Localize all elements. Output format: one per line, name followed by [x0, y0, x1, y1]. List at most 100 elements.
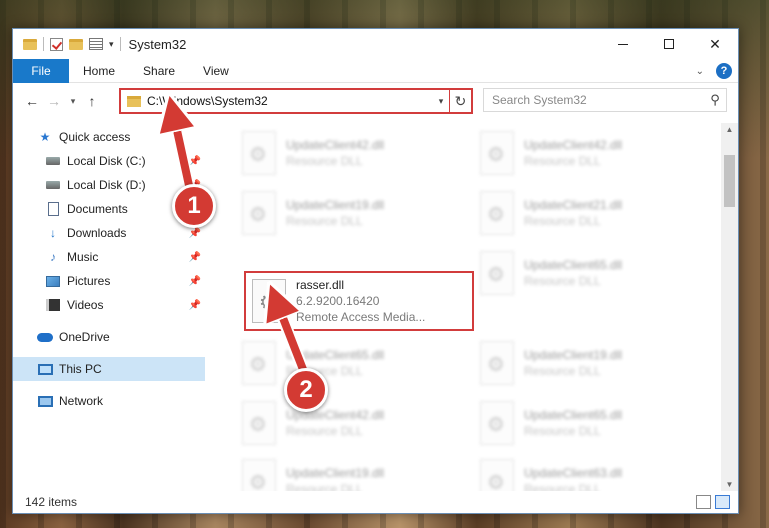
sidebar-item-label: Music	[67, 250, 99, 264]
forward-button[interactable]: →	[43, 93, 65, 109]
tab-share[interactable]: Share	[129, 64, 189, 78]
file-name: UpdateClient42.dll	[286, 138, 385, 152]
sidebar-item-onedrive[interactable]: OneDrive	[13, 325, 205, 349]
file-name: rasser.dll	[296, 278, 345, 292]
window-controls: ✕	[600, 29, 738, 59]
customize-toolbar-dropdown-icon[interactable]: ▾	[109, 39, 114, 50]
pin-icon[interactable]: 📌	[189, 228, 201, 239]
tiles-view-icon[interactable]	[715, 495, 730, 509]
file-list: UpdateClient42.dll Resource DLL UpdateCli…	[218, 123, 722, 491]
file-name: UpdateClient19.dll	[286, 198, 385, 212]
window-title: System32	[128, 36, 187, 52]
ribbon-right-controls: ⌄ ?	[696, 63, 732, 79]
sidebar-item-downloads[interactable]: ↓ Downloads 📌	[13, 221, 205, 245]
sidebar-item-label: Network	[59, 394, 104, 408]
address-bar[interactable]: C:\Windows\System32 ▾ ↻	[119, 88, 473, 114]
music-note-icon: ♪	[50, 250, 56, 264]
file-tile[interactable]: UpdateClient19.dll Resource DLL	[236, 185, 466, 241]
drive-icon	[45, 154, 61, 168]
dll-file-icon	[242, 191, 276, 235]
sidebar-item-network[interactable]: Network	[13, 389, 205, 413]
sidebar-item-music[interactable]: ♪ Music 📌	[13, 245, 205, 269]
sidebar-item-quick-access[interactable]: ★ Quick access	[13, 125, 205, 149]
file-description: Resource DLL	[286, 214, 363, 228]
dll-file-icon	[480, 341, 514, 385]
sidebar-item-label: OneDrive	[59, 330, 110, 344]
file-description: Resource DLL	[524, 274, 601, 288]
cloud-icon	[37, 330, 53, 344]
recent-locations-button[interactable]: ▾	[65, 96, 81, 107]
file-tile[interactable]: UpdateClient63.dll Resource DLL	[474, 453, 704, 491]
file-tile[interactable]: UpdateClient42.dllResource DLL	[236, 395, 466, 451]
file-tile-rasser-dll[interactable]: rasser.dll 6.2.9200.16420 Remote Access …	[244, 271, 474, 331]
view-properties-icon[interactable]	[89, 38, 103, 50]
navigation-pane: ★ Quick access Local Disk (C:) 📌 Local D…	[13, 125, 205, 493]
up-button[interactable]: ↑	[81, 93, 103, 109]
computer-icon	[37, 362, 53, 376]
file-description: Resource DLL	[524, 154, 601, 168]
search-icon[interactable]: ⚲	[704, 92, 726, 108]
file-tile[interactable]: UpdateClient65.dllResource DLL	[236, 335, 466, 391]
pin-icon[interactable]: 📌	[189, 156, 201, 167]
close-icon: ✕	[709, 35, 721, 52]
disk-shape	[46, 181, 60, 189]
file-name: UpdateClient63.dll	[524, 466, 623, 480]
documents-icon	[45, 202, 61, 216]
scroll-up-arrow-icon[interactable]: ▲	[721, 125, 738, 134]
close-button[interactable]: ✕	[692, 29, 738, 59]
file-name: UpdateClient42.dll	[524, 138, 623, 152]
vertical-scrollbar[interactable]: ▲ ▼	[721, 123, 738, 491]
file-tile[interactable]: UpdateClient65.dllResource DLL	[474, 395, 704, 451]
help-icon[interactable]: ?	[716, 63, 732, 79]
file-description: Remote Access Media...	[296, 310, 426, 324]
maximize-button[interactable]	[646, 29, 692, 59]
expand-ribbon-chevron-icon[interactable]: ⌄	[696, 66, 704, 77]
file-description: Resource DLL	[524, 482, 601, 491]
pin-icon[interactable]: 📌	[189, 276, 201, 287]
search-input[interactable]: Search System32	[492, 93, 704, 107]
details-view-icon[interactable]	[696, 495, 711, 509]
pictures-icon	[45, 274, 61, 288]
file-tile[interactable]: UpdateClient65.dllResource DLL	[474, 245, 704, 301]
file-tile[interactable]: UpdateClient19.dll Resource DLL	[474, 335, 704, 391]
back-button[interactable]: ←	[21, 93, 43, 109]
film-shape	[46, 299, 60, 311]
file-description: Resource DLL	[286, 154, 363, 168]
address-dropdown-icon[interactable]: ▾	[433, 96, 449, 107]
sidebar-item-local-disk-c[interactable]: Local Disk (C:) 📌	[13, 149, 205, 173]
file-tile[interactable]: UpdateClient42.dll Resource DLL	[474, 125, 704, 181]
sidebar-item-label: Local Disk (D:)	[67, 178, 146, 192]
scrollbar-thumb[interactable]	[724, 155, 735, 207]
sidebar-item-videos[interactable]: Videos 📌	[13, 293, 205, 317]
tab-file[interactable]: File	[13, 58, 69, 83]
dll-file-icon	[242, 341, 276, 385]
sidebar-item-label: Quick access	[59, 130, 131, 144]
videos-icon	[45, 298, 61, 312]
file-tile[interactable]: UpdateClient19.dll Resource DLL	[236, 453, 466, 491]
sidebar-item-pictures[interactable]: Pictures 📌	[13, 269, 205, 293]
tab-home[interactable]: Home	[69, 64, 129, 78]
sidebar-item-this-pc[interactable]: This PC	[13, 357, 205, 381]
refresh-button[interactable]: ↻	[449, 90, 471, 112]
address-path[interactable]: C:\Windows\System32	[147, 94, 433, 108]
pin-icon[interactable]: 📌	[189, 300, 201, 311]
pin-icon[interactable]: 📌	[189, 252, 201, 263]
minimize-button[interactable]	[600, 29, 646, 59]
properties-check-icon[interactable]	[50, 37, 63, 51]
dll-file-icon	[480, 401, 514, 445]
file-name: UpdateClient19.dll	[524, 348, 623, 362]
tab-view[interactable]: View	[189, 64, 243, 78]
dll-file-icon	[242, 401, 276, 445]
dll-file-icon	[480, 131, 514, 175]
item-count: 142 items	[25, 495, 78, 509]
drive-icon	[45, 178, 61, 192]
file-tile[interactable]: UpdateClient42.dll Resource DLL	[236, 125, 466, 181]
search-box[interactable]: Search System32 ⚲	[483, 88, 727, 112]
file-tile[interactable]: UpdateClient21.dll Resource DLL	[474, 185, 704, 241]
scroll-down-arrow-icon[interactable]: ▼	[721, 480, 738, 489]
toolbar-separator	[43, 37, 44, 51]
new-folder-icon[interactable]	[69, 38, 83, 50]
